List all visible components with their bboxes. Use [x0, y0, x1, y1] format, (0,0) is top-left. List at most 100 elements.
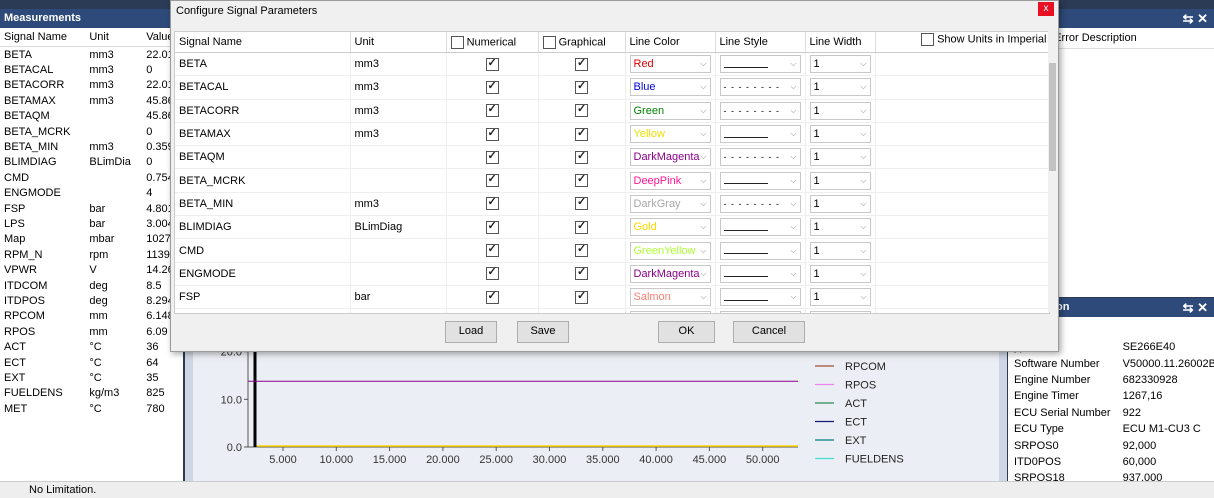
grid-scrollbar[interactable] [1048, 31, 1057, 312]
dialog-close-button[interactable]: x [1038, 2, 1054, 16]
measurement-row[interactable]: BETAmm322.01 [0, 47, 183, 63]
col-unit[interactable]: Unit [350, 32, 446, 53]
save-button[interactable]: Save [517, 321, 569, 343]
measurement-row[interactable]: ACT°C36 [0, 339, 183, 354]
numerical-checkbox[interactable] [486, 197, 499, 210]
measurement-row[interactable]: ITDCOMdeg8.5 [0, 278, 183, 293]
line-color-dropdown[interactable]: Green⌵ [630, 102, 711, 120]
line-color-dropdown[interactable]: DarkMagenta⌵ [630, 311, 711, 314]
measurement-row[interactable]: RPOSmm6.09 [0, 324, 183, 339]
line-color-dropdown[interactable]: DarkGray⌵ [630, 195, 711, 213]
signal-row[interactable]: BLIMDIAGBLimDiagGold⌵⌵1⌵ [175, 216, 1049, 239]
scrollbar-thumb[interactable] [1049, 63, 1056, 171]
measurement-row[interactable]: EXT°C35 [0, 370, 183, 385]
measurement-row[interactable]: ENGMODE4 [0, 186, 183, 201]
line-color-dropdown[interactable]: Yellow⌵ [630, 125, 711, 143]
measurement-row[interactable]: BETA_MCRK0 [0, 124, 183, 139]
line-width-dropdown[interactable]: 1⌵ [810, 311, 871, 314]
swap-icon[interactable]: ⇆ [1183, 300, 1194, 315]
measurement-row[interactable]: FUELDENSkg/m3825 [0, 386, 183, 401]
signal-row[interactable]: BETA_MCRKDeepPink⌵⌵1⌵ [175, 169, 1049, 192]
line-style-dropdown[interactable]: ⌵ [720, 125, 801, 143]
graphical-checkbox[interactable] [575, 174, 588, 187]
col-numerical[interactable]: Numerical [446, 32, 538, 53]
line-width-dropdown[interactable]: 1⌵ [810, 288, 871, 306]
line-color-dropdown[interactable]: Blue⌵ [630, 78, 711, 96]
col-signal-name[interactable]: Signal Name [0, 28, 85, 47]
numerical-checkbox[interactable] [486, 291, 499, 304]
numerical-checkbox[interactable] [486, 267, 499, 280]
line-width-dropdown[interactable]: 1⌵ [810, 78, 871, 96]
numerical-checkbox[interactable] [486, 128, 499, 141]
line-style-dropdown[interactable]: ⌵ [720, 288, 801, 306]
graphical-checkbox[interactable] [575, 151, 588, 164]
graphical-checkbox[interactable] [575, 291, 588, 304]
graphical-checkbox[interactable] [575, 267, 588, 280]
line-width-dropdown[interactable]: 1⌵ [810, 195, 871, 213]
signal-row[interactable]: ENGMODEDarkMagenta⌵⌵1⌵ [175, 262, 1049, 285]
line-style-dropdown[interactable]: - - - - - - - -⌵ [720, 102, 801, 120]
line-style-dropdown[interactable]: ⌵ [720, 218, 801, 236]
line-style-dropdown[interactable]: ⌵ [720, 311, 801, 314]
signal-row[interactable]: FSPbarSalmon⌵⌵1⌵ [175, 285, 1049, 308]
signal-row[interactable]: BETA_MINmm3DarkGray⌵- - - - - - - -⌵1⌵ [175, 192, 1049, 215]
line-width-dropdown[interactable]: 1⌵ [810, 172, 871, 190]
line-width-dropdown[interactable]: 1⌵ [810, 218, 871, 236]
measurement-row[interactable]: BETAMAXmm345.86 [0, 93, 183, 108]
signal-row[interactable]: BETAMAXmm3Yellow⌵⌵1⌵ [175, 122, 1049, 145]
graphical-checkbox[interactable] [575, 81, 588, 94]
line-style-dropdown[interactable]: - - - - - - - -⌵ [720, 195, 801, 213]
col-line-style[interactable]: Line Style [715, 32, 805, 53]
imperial-units-option[interactable]: Show Units in Imperial [921, 33, 1047, 46]
measurement-row[interactable]: BETA_MINmm30.359 [0, 139, 183, 154]
line-width-dropdown[interactable]: 1⌵ [810, 55, 871, 73]
graphical-checkbox[interactable] [575, 197, 588, 210]
numerical-checkbox[interactable] [486, 58, 499, 71]
col-graphical[interactable]: Graphical [538, 32, 625, 53]
measurement-row[interactable]: Mapmbar1027 [0, 232, 183, 247]
graphical-checkbox[interactable] [575, 221, 588, 234]
signal-row[interactable]: BETACORRmm3Green⌵- - - - - - - -⌵1⌵ [175, 99, 1049, 122]
line-style-dropdown[interactable]: - - - - - - - -⌵ [720, 78, 801, 96]
measurement-row[interactable]: ITDPOSdeg8.294 [0, 293, 183, 308]
close-icon[interactable]: ✕ [1197, 11, 1208, 26]
graphical-checkbox[interactable] [575, 244, 588, 257]
line-style-dropdown[interactable]: ⌵ [720, 265, 801, 283]
measurement-row[interactable]: BETACORRmm322.01 [0, 78, 183, 93]
signal-row[interactable]: CMDGreenYellow⌵⌵1⌵ [175, 239, 1049, 262]
measurement-row[interactable]: BLIMDIAGBLimDia0 [0, 155, 183, 170]
graphical-checkbox[interactable] [575, 104, 588, 117]
line-color-dropdown[interactable]: DeepPink⌵ [630, 172, 711, 190]
signal-row[interactable]: BETAQMDarkMagenta⌵- - - - - - - -⌵1⌵ [175, 146, 1049, 169]
cancel-button[interactable]: Cancel [733, 321, 805, 343]
measurement-row[interactable]: RPCOMmm6.148 [0, 309, 183, 324]
line-width-dropdown[interactable]: 1⌵ [810, 265, 871, 283]
load-button[interactable]: Load [445, 321, 497, 343]
line-style-dropdown[interactable]: ⌵ [720, 55, 801, 73]
signal-row[interactable]: LPSbarDarkMagenta⌵⌵1⌵ [175, 309, 1049, 314]
line-width-dropdown[interactable]: 1⌵ [810, 148, 871, 166]
line-style-dropdown[interactable]: - - - - - - - -⌵ [720, 148, 801, 166]
ok-button[interactable]: OK [658, 321, 715, 343]
numerical-checkbox[interactable] [486, 104, 499, 117]
measurement-row[interactable]: BETACALmm30 [0, 62, 183, 77]
graphical-all-checkbox[interactable] [543, 36, 556, 49]
numerical-checkbox[interactable] [486, 81, 499, 94]
measurement-row[interactable]: LPSbar3.004 [0, 216, 183, 231]
line-color-dropdown[interactable]: Gold⌵ [630, 218, 711, 236]
col-unit[interactable]: Unit [85, 28, 142, 47]
measurement-row[interactable]: MET°C780 [0, 401, 183, 416]
numerical-checkbox[interactable] [486, 244, 499, 257]
measurement-row[interactable]: CMD0.754 [0, 170, 183, 185]
col-line-color[interactable]: Line Color [625, 32, 715, 53]
numerical-checkbox[interactable] [486, 221, 499, 234]
graphical-checkbox[interactable] [575, 128, 588, 141]
measurement-row[interactable]: ECT°C64 [0, 355, 183, 370]
graphical-checkbox[interactable] [575, 58, 588, 71]
line-color-dropdown[interactable]: Salmon⌵ [630, 288, 711, 306]
close-icon[interactable]: ✕ [1197, 300, 1208, 315]
swap-icon[interactable]: ⇆ [1183, 11, 1194, 26]
line-width-dropdown[interactable]: 1⌵ [810, 125, 871, 143]
signal-row[interactable]: BETAmm3Red⌵⌵1⌵ [175, 53, 1049, 76]
line-color-dropdown[interactable]: DarkMagenta⌵ [630, 148, 711, 166]
